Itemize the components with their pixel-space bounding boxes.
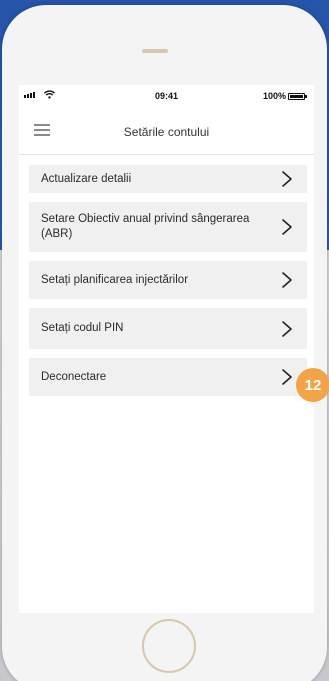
home-button[interactable] (142, 619, 196, 673)
settings-item-injection-schedule[interactable]: Setați planificarea injectărilor (29, 261, 307, 299)
settings-item-update-details[interactable]: Actualizare detalii (29, 165, 307, 193)
chevron-right-icon (282, 320, 292, 337)
status-bar: 09:41 100% (19, 85, 314, 107)
page-title: Setările contului (123, 125, 210, 139)
callout-number-badge: 12 (296, 368, 329, 402)
settings-item-abr-goal[interactable]: Setare Obiectiv anual privind sângerarea… (29, 202, 307, 252)
settings-item-label: Actualizare detalii (41, 172, 132, 185)
earpiece-speaker (142, 49, 168, 53)
navigation-bar: Setările contului (19, 109, 314, 155)
settings-item-pin-code[interactable]: Setați codul PIN (29, 308, 307, 349)
chevron-right-icon (282, 272, 292, 288)
chevron-right-icon (282, 171, 292, 187)
chevron-right-icon (282, 219, 292, 235)
settings-item-label: Setare Obiectiv anual privind sângerarea… (41, 213, 250, 240)
settings-list: Actualizare detalii Setare Obiectiv anua… (29, 165, 307, 405)
battery-icon (288, 93, 307, 100)
settings-item-label: Setați planificarea injectărilor (41, 273, 189, 286)
app-screen: 09:41 100% Setările contului Actualizare… (19, 85, 314, 613)
settings-item-label: Deconectare (41, 370, 107, 383)
settings-item-label: Setați codul PIN (41, 322, 124, 334)
settings-item-logout[interactable]: Deconectare (29, 358, 307, 396)
chevron-right-icon (282, 369, 292, 385)
battery-percent: 100% (262, 91, 286, 101)
phone-frame: 09:41 100% Setările contului Actualizare… (2, 5, 327, 681)
